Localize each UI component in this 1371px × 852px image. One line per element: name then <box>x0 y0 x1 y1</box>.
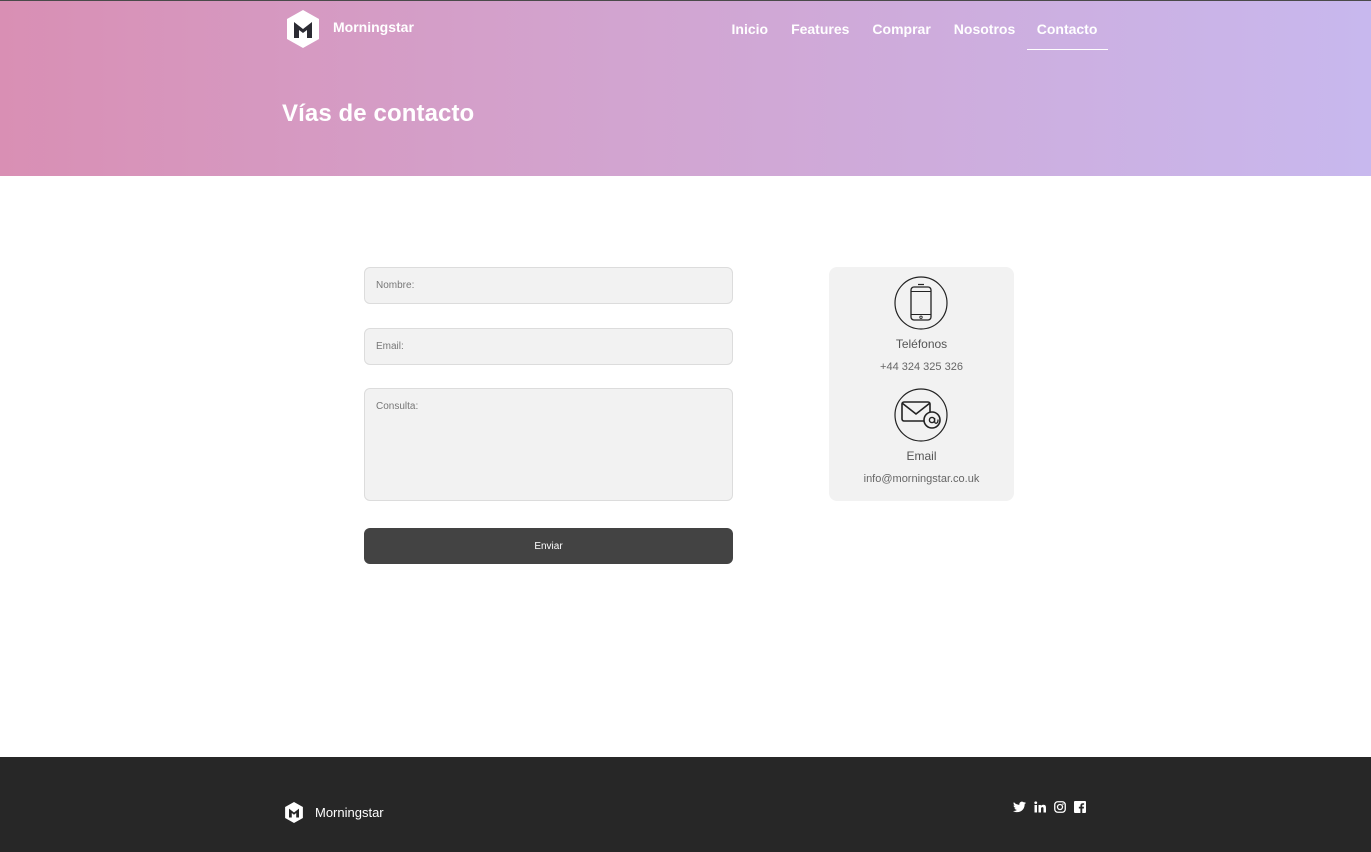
name-field[interactable] <box>364 267 733 304</box>
nav-item-inicio[interactable]: Inicio <box>720 15 780 50</box>
footer-brand-link[interactable]: Morningstar <box>284 801 384 824</box>
email-address: info@morningstar.co.uk <box>863 473 980 485</box>
phone-label: Teléfonos <box>895 337 948 351</box>
phone-number: +44 324 325 326 <box>880 361 963 373</box>
brand-name: Morningstar <box>333 19 414 35</box>
twitter-icon[interactable] <box>1013 801 1026 813</box>
facebook-icon[interactable] <box>1074 801 1086 813</box>
hero-header: Morningstar Inicio Features Comprar Noso… <box>0 0 1371 176</box>
linkedin-icon[interactable] <box>1034 801 1046 813</box>
envelope-at-icon <box>894 388 948 442</box>
nav-item-contacto[interactable]: Contacto <box>1026 15 1109 50</box>
morningstar-logo-icon <box>285 9 321 49</box>
morningstar-logo-icon <box>284 801 304 824</box>
page-title: Vías de contacto <box>282 100 475 127</box>
main-nav: Inicio Features Comprar Nosotros Contact… <box>720 15 1109 50</box>
site-footer: Morningstar <box>0 757 1371 852</box>
nav-item-features[interactable]: Features <box>780 15 861 50</box>
email-label: Email <box>906 449 937 463</box>
nav-item-nosotros[interactable]: Nosotros <box>942 15 1026 50</box>
footer-brand-name: Morningstar <box>315 805 384 820</box>
query-textarea[interactable] <box>364 388 733 501</box>
email-field[interactable] <box>364 328 733 365</box>
smartphone-icon <box>894 276 948 330</box>
instagram-icon[interactable] <box>1054 801 1066 813</box>
send-button[interactable]: Enviar <box>364 528 733 564</box>
contact-info-card: Teléfonos +44 324 325 326 Email info@mor… <box>829 267 1014 501</box>
brand-logo-link[interactable]: Morningstar <box>285 9 414 49</box>
social-links <box>1013 801 1094 813</box>
nav-item-comprar[interactable]: Comprar <box>861 15 942 50</box>
